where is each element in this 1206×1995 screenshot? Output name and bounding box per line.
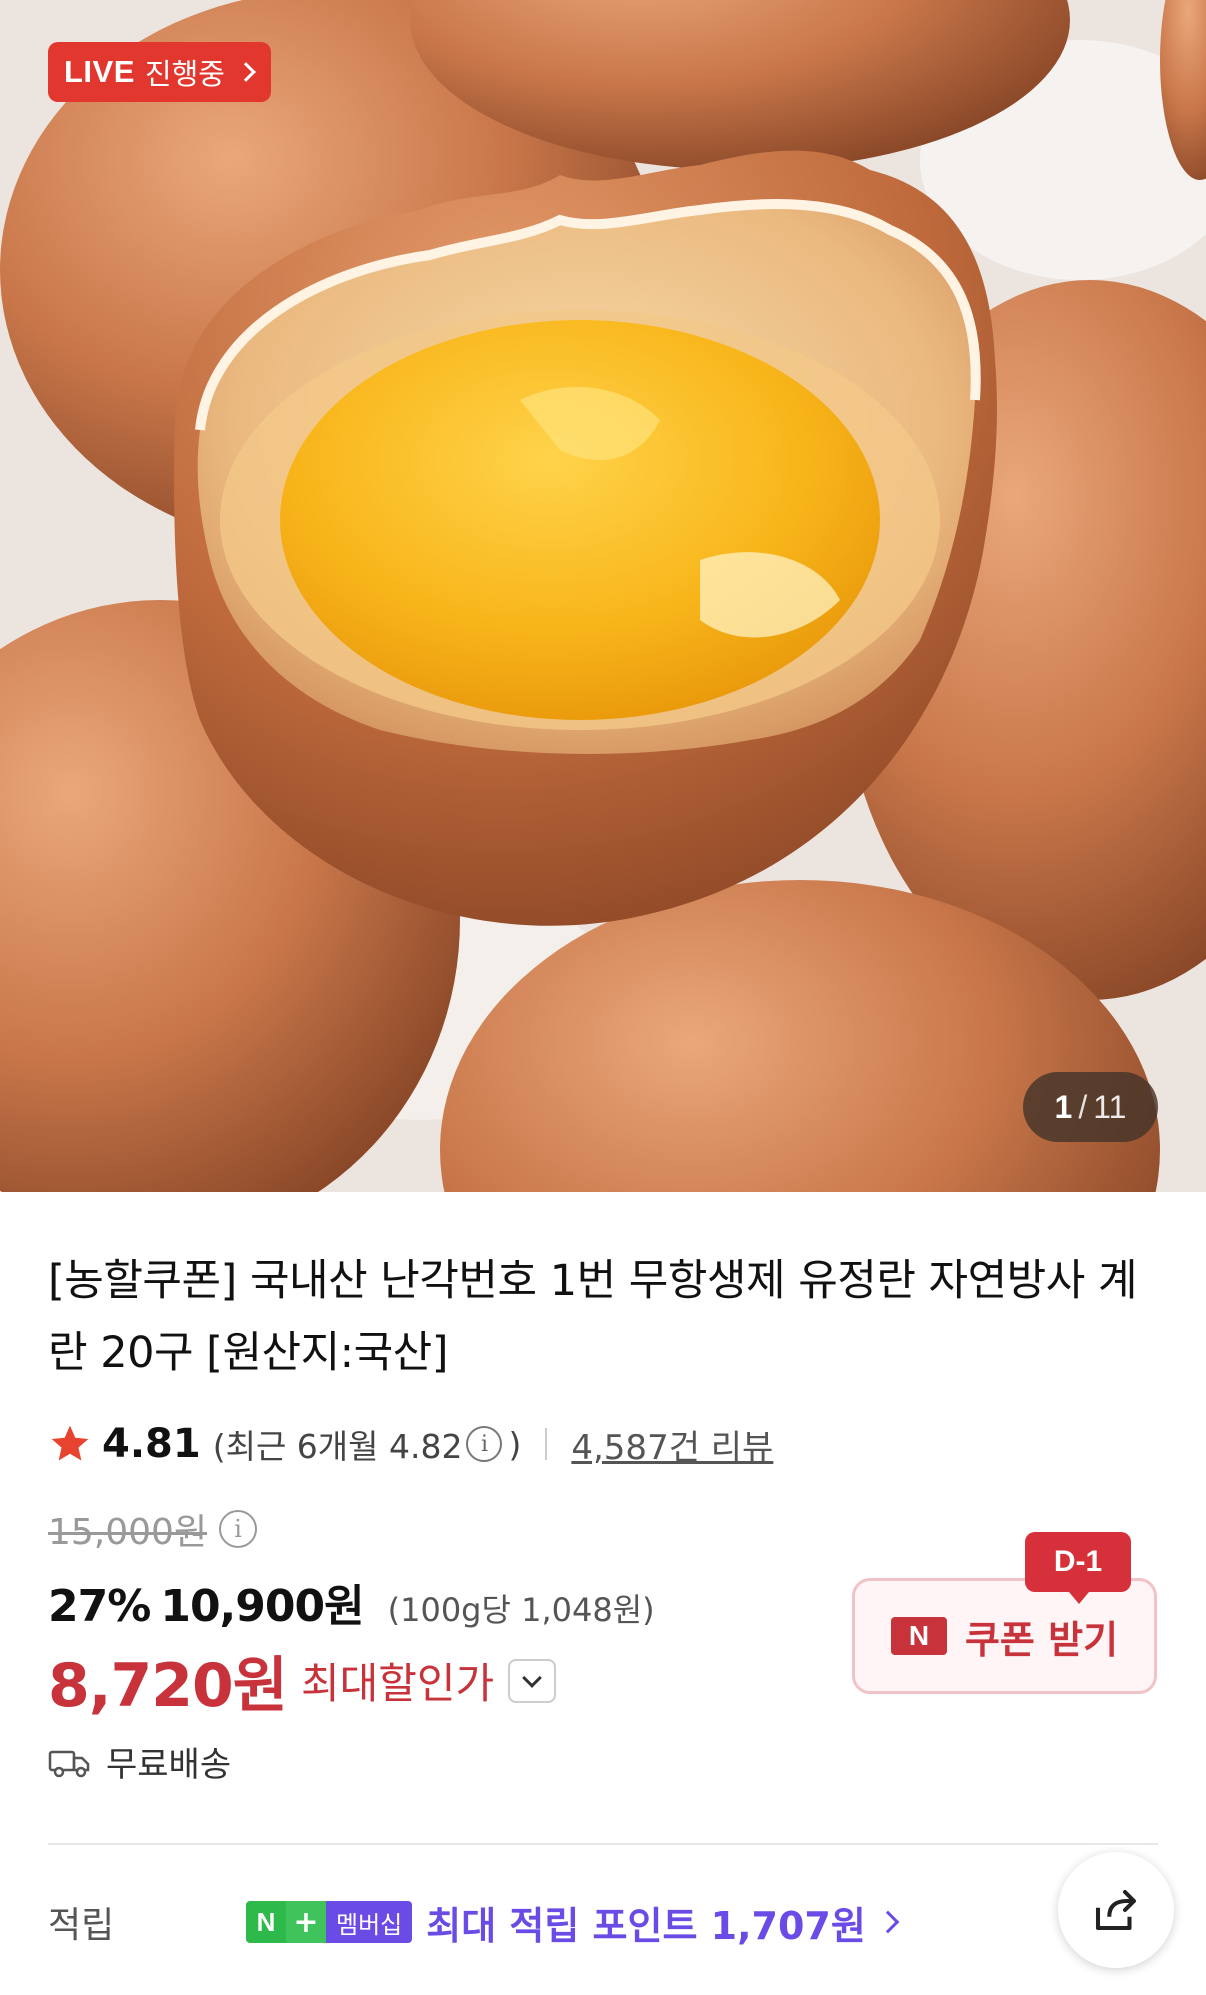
coupon-button[interactable]: N 쿠폰 받기 [852,1578,1157,1694]
membership-text: 멤버십 [326,1901,413,1943]
membership-badge: N + 멤버십 [246,1901,413,1943]
shipping-label: 무료배송 [106,1745,232,1785]
unit-price: (100g당 1,048원) [387,1591,655,1629]
share-button[interactable] [1058,1852,1174,1968]
discount-percent: 27% [48,1581,151,1632]
share-icon [1095,1889,1137,1931]
final-price-row: 8,720원 최대할인가 [48,1637,557,1724]
recent-rating: (최근 6개월 4.82 i ) [213,1420,522,1468]
review-count-link[interactable]: 4,587건 리뷰 [571,1420,773,1469]
final-price: 8,720원 [48,1651,288,1721]
price-detail-toggle[interactable] [508,1658,557,1703]
info-icon[interactable]: i [466,1426,503,1462]
original-price: 15,000원 [48,1512,208,1553]
image-counter-current: 1 [1054,1088,1073,1125]
rating-score: 4.81 [102,1421,201,1467]
product-image[interactable]: LIVE 진행중 1 / 11 [0,0,1206,1192]
original-price-row: 15,000원 i [48,1503,258,1555]
recent-rating-text: (최근 6개월 4.82 [212,1427,463,1466]
image-counter-separator: / [1078,1088,1088,1125]
live-badge[interactable]: LIVE 진행중 [48,42,271,102]
divider [545,1428,548,1460]
image-counter-total: 11 [1093,1088,1127,1125]
image-counter: 1 / 11 [1023,1072,1158,1142]
points-text: 최대 적립 포인트 1,707원 [426,1903,866,1948]
points-label: 적립 [48,1905,115,1946]
truck-icon [48,1750,90,1777]
npay-icon: N [890,1617,947,1655]
final-price-label: 최대할인가 [301,1659,495,1708]
points-row[interactable]: 적립 N + 멤버십 최대 적립 포인트 1,707원 [48,1890,900,1954]
product-title: [농할쿠폰] 국내산 난각번호 1번 무항생제 유정란 자연방사 계란 20구 … [48,1256,1138,1378]
star-icon [51,1425,89,1461]
recent-rating-close: ) [508,1424,522,1464]
section-divider [48,1843,1158,1845]
sale-price: 10,900원 [160,1581,364,1632]
egg-photo [0,0,1206,1192]
sale-price-row: 27% 10,900원 (100g당 1,048원) [48,1570,655,1634]
live-status: 진행중 [144,57,225,91]
membership-n: N [246,1901,286,1943]
price-info-icon[interactable]: i [219,1510,258,1548]
coupon-label: 쿠폰 받기 [964,1617,1119,1662]
dday-badge: D-1 [1025,1532,1131,1604]
chevron-down-icon [522,1667,543,1688]
chevron-right-icon [236,62,256,82]
chevron-right-icon [876,1910,900,1934]
rating-row: 4.81 (최근 6개월 4.82 i ) 4,587건 리뷰 [48,1415,773,1473]
shipping-row: 무료배송 [48,1737,231,1786]
membership-plus: + [286,1901,326,1943]
live-label: LIVE [64,54,135,89]
